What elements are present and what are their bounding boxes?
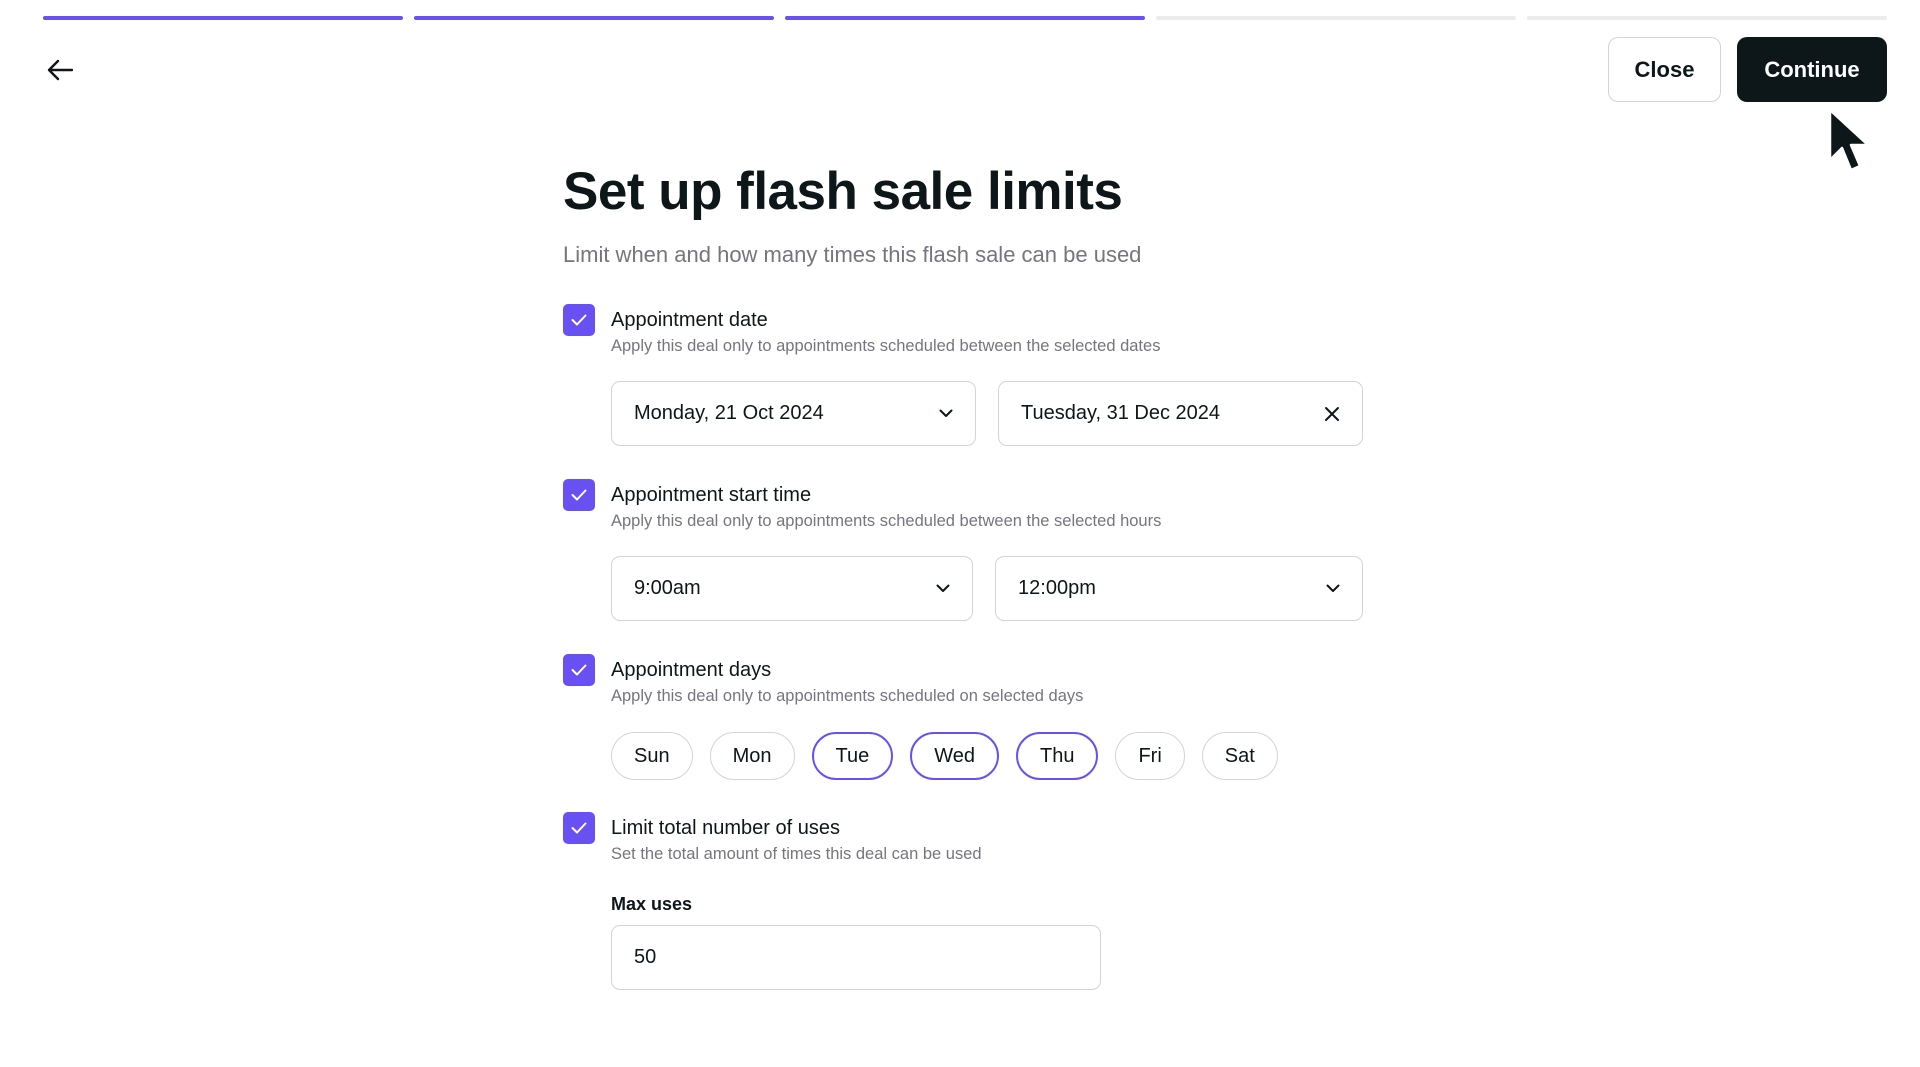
progress-bar [43,16,1887,20]
day-chip-wed[interactable]: Wed [910,732,999,780]
max-uses-input[interactable] [611,925,1101,990]
chevron-down-icon [1326,584,1340,593]
progress-step-3 [785,16,1145,20]
start-time-select[interactable]: 9:00am [611,556,974,621]
check-icon [571,664,587,676]
chevron-down-icon [936,584,950,593]
day-chip-thu[interactable]: Thu [1016,732,1099,780]
appointment-days-checkbox[interactable] [563,654,595,686]
appointment-days-title: Appointment days [611,659,772,681]
close-button[interactable]: Close [1608,37,1721,102]
chevron-down-icon [939,409,953,418]
appointment-date-description: Apply this deal only to appointments sch… [611,337,1161,355]
limit-uses-checkbox[interactable] [563,812,595,844]
page-subtitle: Limit when and how many times this flash… [563,242,1142,267]
appointment-time-title: Appointment start time [611,484,812,506]
arrow-left-icon [47,59,74,81]
progress-step-2 [414,16,774,20]
end-date-select[interactable]: Tuesday, 31 Dec 2024 [998,381,1363,446]
day-selector: Sun Mon Tue Wed Thu Fri Sat [611,732,1363,780]
day-chip-sat[interactable]: Sat [1201,732,1278,780]
end-time-select[interactable]: 12:00pm [995,556,1363,621]
day-chip-mon[interactable]: Mon [709,732,795,780]
appointment-time-checkbox[interactable] [563,479,595,511]
header-actions: Close Continue [1608,37,1887,102]
main-content: Set up flash sale limits Limit when and … [563,165,1363,990]
close-x-icon [1325,406,1339,421]
max-uses-label: Max uses [611,894,693,914]
appointment-date-title: Appointment date [611,309,768,331]
start-date-select[interactable]: Monday, 21 Oct 2024 [611,381,976,446]
day-chip-sun[interactable]: Sun [611,732,693,780]
progress-step-5 [1527,16,1887,20]
progress-step-4 [1156,16,1516,20]
page-title: Set up flash sale limits [563,162,1123,221]
day-chip-tue[interactable]: Tue [811,732,894,780]
check-icon [571,822,587,834]
mouse-cursor-icon [1828,108,1870,172]
day-chip-fri[interactable]: Fri [1115,732,1185,780]
limit-uses-section: Limit total number of uses Set the total… [563,812,1363,990]
progress-step-1 [43,16,403,20]
clear-end-date-button[interactable] [1324,406,1340,422]
appointment-days-description: Apply this deal only to appointments sch… [611,687,1084,705]
appointment-time-section: Appointment start time Apply this deal o… [563,479,1363,621]
appointment-time-description: Apply this deal only to appointments sch… [611,512,1162,530]
end-date-value: Tuesday, 31 Dec 2024 [1021,402,1221,424]
appointment-days-section: Appointment days Apply this deal only to… [563,654,1363,780]
check-icon [571,489,587,501]
appointment-date-checkbox[interactable] [563,304,595,336]
continue-button[interactable]: Continue [1737,37,1887,102]
start-date-value: Monday, 21 Oct 2024 [634,402,824,424]
back-button[interactable] [40,50,80,90]
check-icon [571,314,587,326]
limit-uses-title: Limit total number of uses [611,817,840,839]
end-time-value: 12:00pm [1018,577,1096,599]
limit-uses-description: Set the total amount of times this deal … [611,845,982,863]
appointment-date-section: Appointment date Apply this deal only to… [563,304,1363,446]
start-time-value: 9:00am [634,577,701,599]
